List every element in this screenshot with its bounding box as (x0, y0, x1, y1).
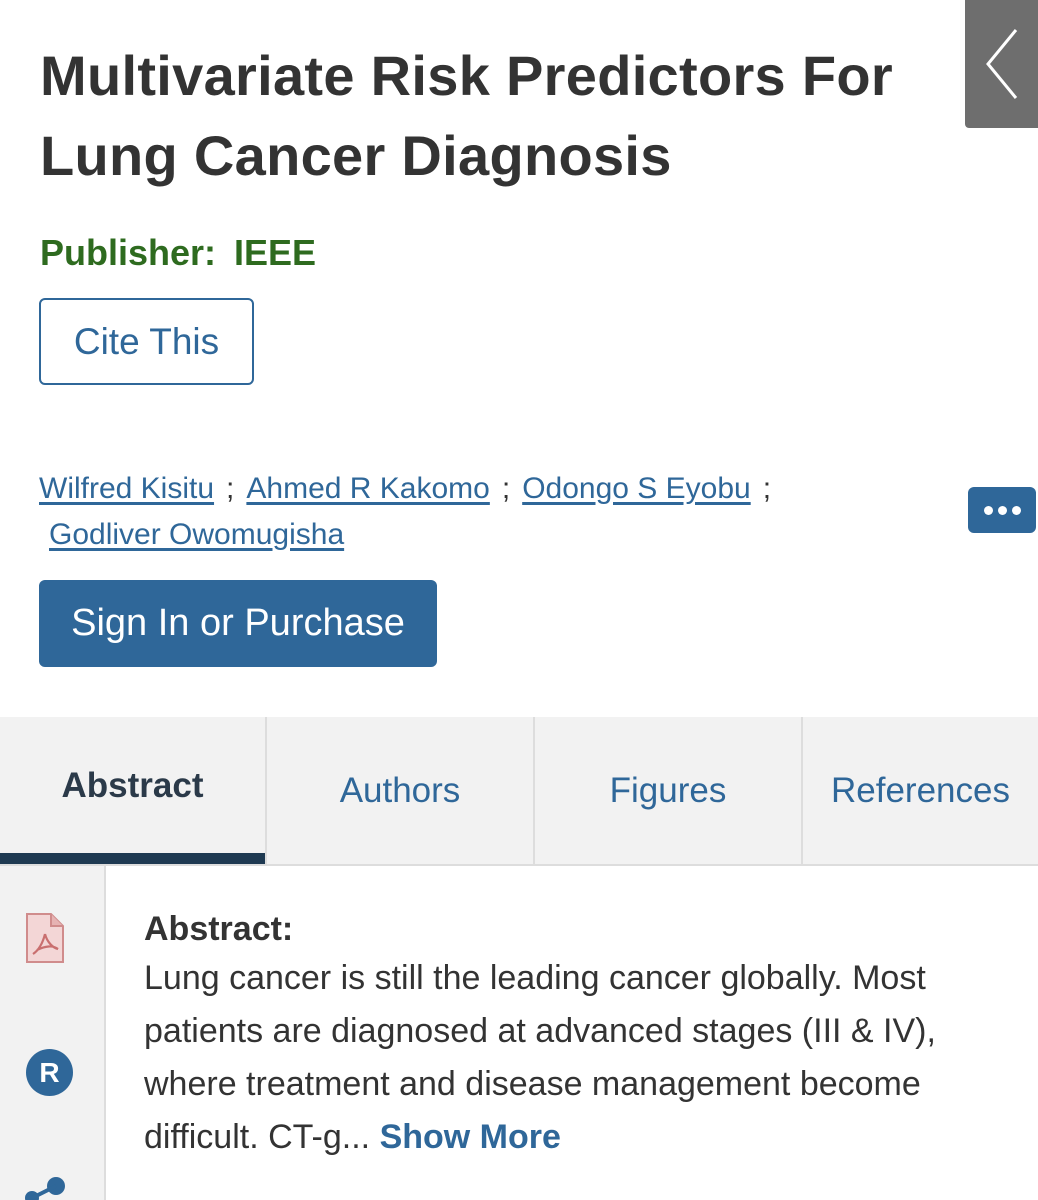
author-link[interactable]: Ahmed R Kakomo (246, 466, 489, 512)
author-separator: ; (501, 472, 511, 505)
author-separator: ; (762, 472, 772, 505)
author-link[interactable]: Godliver Owomugisha (49, 512, 344, 558)
pdf-icon[interactable] (25, 912, 65, 964)
show-more-link[interactable]: Show More (380, 1118, 561, 1156)
abstract-text-block: Lung cancer is still the leading cancer … (144, 952, 1014, 1164)
page-title: Multivariate Risk Predictors For Lung Ca… (40, 44, 893, 187)
tab-label: Abstract (61, 765, 204, 805)
tab-abstract[interactable]: Abstract (0, 717, 267, 864)
article-tabs: Abstract Authors Figures References (0, 717, 1038, 866)
ellipsis-icon (983, 505, 993, 515)
tab-references[interactable]: References (803, 717, 1038, 864)
publisher-label: Publisher: (40, 232, 217, 273)
chevron-left-icon (985, 29, 1017, 99)
tab-figures[interactable]: Figures (535, 717, 803, 864)
cite-this-button[interactable]: Cite This (39, 298, 254, 385)
more-authors-button[interactable] (968, 487, 1036, 533)
tab-authors[interactable]: Authors (267, 717, 535, 864)
article-page: Multivariate Risk Predictors For Lung Ca… (0, 0, 1038, 1200)
sign-in-or-purchase-button[interactable]: Sign In or Purchase (39, 580, 437, 667)
tab-label: References (831, 770, 1010, 810)
abstract-section: Abstract: Lung cancer is still the leadi… (144, 906, 1014, 1164)
back-button[interactable] (965, 0, 1038, 128)
author-separator: ; (226, 472, 235, 505)
tab-label: Authors (339, 770, 461, 810)
active-tab-indicator (0, 853, 265, 864)
ellipsis-icon (1011, 505, 1021, 515)
author-list: Wilfred Kisitu ; Ahmed R Kakomo ; Odongo… (39, 466, 839, 558)
publisher-name: IEEE (234, 232, 317, 273)
tab-label: Figures (609, 770, 727, 810)
share-icon[interactable] (24, 1172, 70, 1200)
ellipsis-icon (997, 505, 1007, 515)
abstract-heading: Abstract: (144, 910, 294, 948)
publisher-line: Publisher: IEEE (40, 232, 316, 274)
rights-permissions-icon[interactable]: R (26, 1049, 73, 1096)
author-link[interactable]: Odongo S Eyobu (522, 466, 751, 512)
author-link[interactable]: Wilfred Kisitu (39, 466, 214, 512)
